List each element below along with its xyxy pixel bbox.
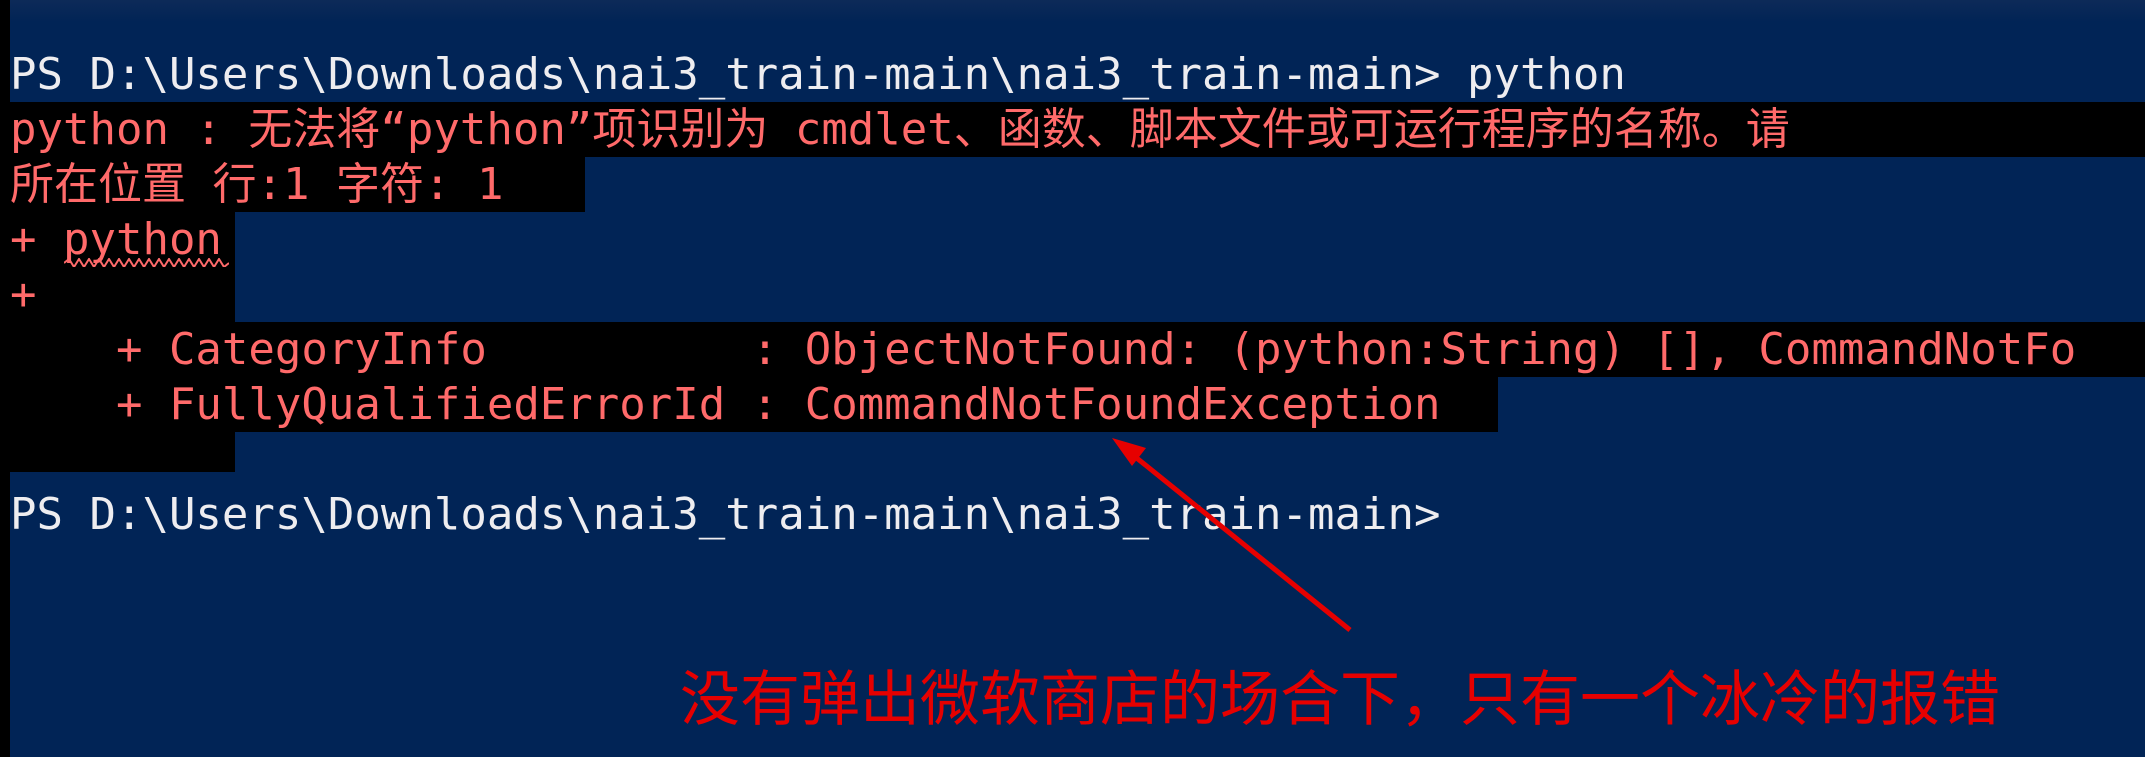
command-prompt-line: PS D:\Users\Downloads\nai3_train-main\na… [10,49,1626,100]
error-marker-line: + [10,267,235,322]
command-prompt-line-current[interactable]: PS D:\Users\Downloads\nai3_train-main\na… [10,487,1440,542]
window-top-edge [0,0,2145,22]
error-message-line: python : 无法将“python”项识别为 cmdlet、函数、脚本文件或… [10,102,2145,157]
error-block-tail [10,432,235,472]
annotation-caption: 没有弹出微软商店的场合下，只有一个冰冷的报错 [680,665,2000,735]
error-position-line: 所在位置 行:1 字符: 1 [10,157,585,212]
powershell-console[interactable]: PS D:\Users\Downloads\nai3_train-main\na… [0,0,2145,757]
error-category-info-line: + CategoryInfo : ObjectNotFound: (python… [10,322,2145,377]
window-left-border [0,0,10,757]
error-id-line: + FullyQualifiedErrorId : CommandNotFoun… [10,377,1498,432]
